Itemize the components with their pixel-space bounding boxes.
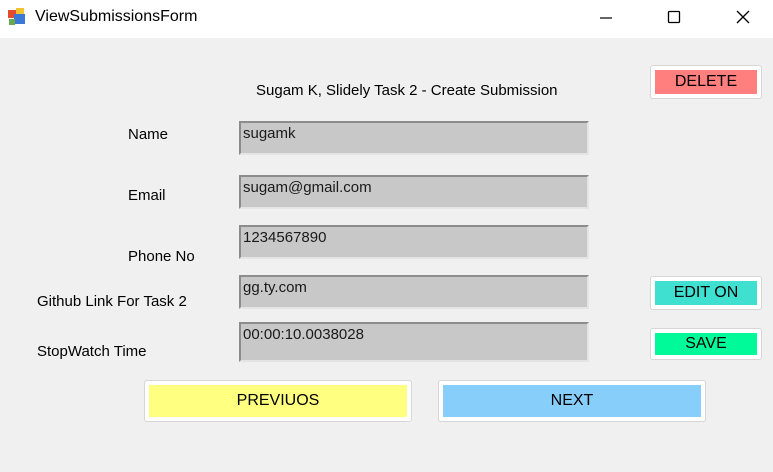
phone-label: Phone No [128,248,195,265]
title-bar: ViewSubmissionsForm [0,0,773,38]
page-title: Sugam K, Slidely Task 2 - Create Submiss… [256,82,558,99]
window-title: ViewSubmissionsForm [35,8,198,25]
delete-button-label: DELETE [655,70,757,94]
delete-button[interactable]: DELETE [650,65,762,99]
stopwatch-label: StopWatch Time [37,343,147,360]
minimize-icon [600,17,612,19]
email-label: Email [128,187,166,204]
github-field[interactable]: gg.ty.com [239,275,589,309]
app-form-icon [8,8,26,26]
stopwatch-value: 00:00:10.0038028 [243,326,364,343]
email-value: sugam@gmail.com [243,179,372,196]
close-button[interactable] [720,0,766,34]
name-field[interactable]: sugamk [239,121,589,155]
next-button-label: NEXT [443,385,701,417]
phone-value: 1234567890 [243,229,327,246]
edit-on-button-label: EDIT ON [655,281,757,305]
email-field[interactable]: sugam@gmail.com [239,175,589,209]
edit-on-button[interactable]: EDIT ON [650,276,762,310]
next-button[interactable]: NEXT [438,380,706,422]
name-value: sugamk [243,125,296,142]
previous-button[interactable]: PREVIUOS [144,380,412,422]
github-value: gg.ty.com [243,279,307,296]
name-label: Name [128,126,169,143]
close-icon [736,10,750,24]
github-label: Github Link For Task 2 [37,293,187,310]
save-button[interactable]: SAVE [650,328,762,360]
previous-button-label: PREVIUOS [149,385,407,417]
phone-field[interactable]: 1234567890 [239,225,589,259]
save-button-label: SAVE [655,333,757,355]
maximize-icon [667,10,681,24]
minimize-button[interactable] [583,0,629,34]
stopwatch-field[interactable]: 00:00:10.0038028 [239,322,589,362]
maximize-button[interactable] [651,0,697,34]
